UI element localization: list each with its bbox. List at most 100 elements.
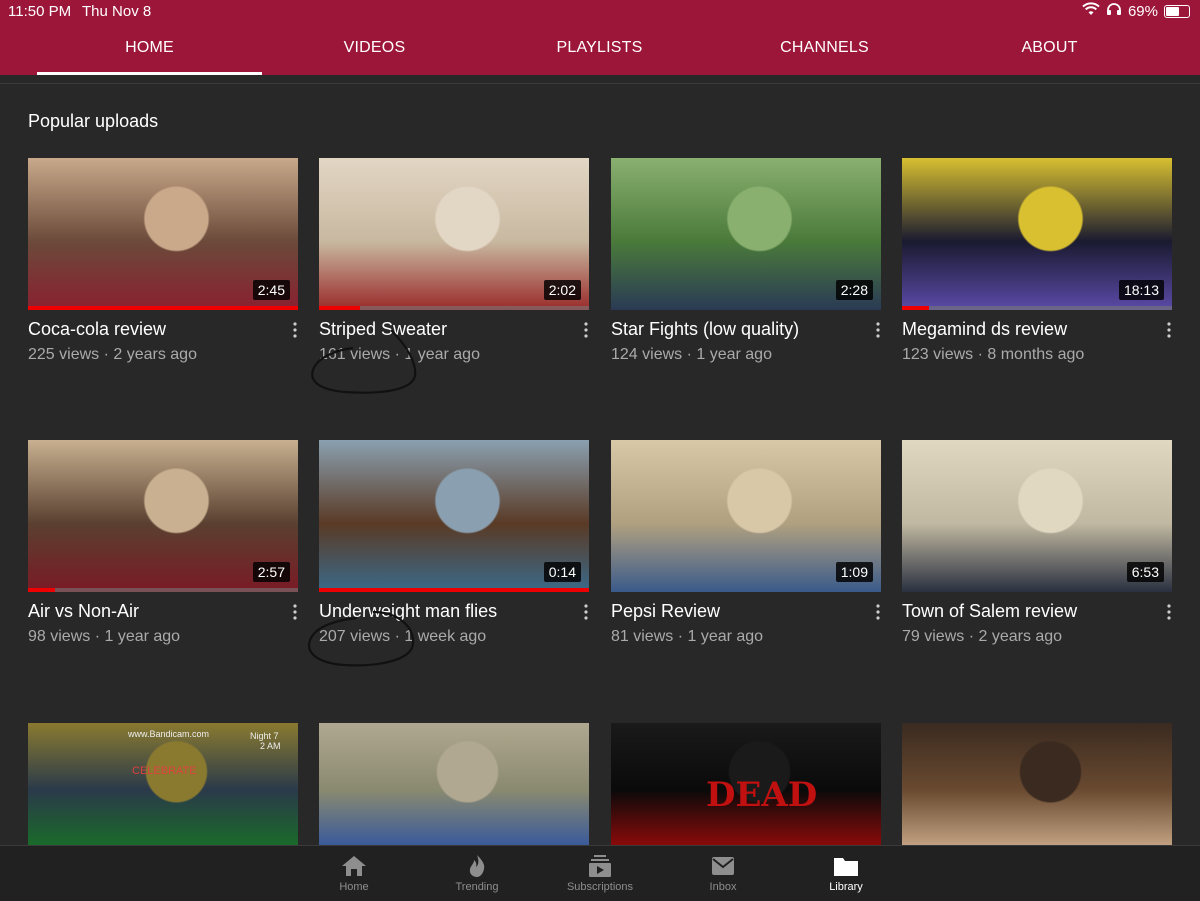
- video-duration: 1:09: [835, 562, 873, 582]
- nav-trending-label: Trending: [455, 881, 499, 893]
- video-card[interactable]: 2:02 Striped Sweater 161 views · 1 year ag…: [319, 158, 589, 364]
- video-thumbnail[interactable]: 2:28: [611, 158, 881, 310]
- status-date: Thu Nov 8: [82, 3, 152, 20]
- video-card[interactable]: 18:13 Megamind ds review 123 views · 8 mon…: [902, 158, 1172, 364]
- tab-home[interactable]: HOME: [37, 22, 262, 75]
- more-options-icon[interactable]: [583, 322, 589, 341]
- watch-progress-track: [28, 588, 298, 592]
- video-meta: 225 views · 2 years ago: [28, 346, 197, 363]
- library-icon: [834, 858, 858, 876]
- video-card[interactable]: 2:57 Air vs Non-Air 98 views · 1 year ago: [28, 440, 298, 646]
- video-title[interactable]: Star Fights (low quality): [611, 319, 881, 340]
- more-options-icon[interactable]: [875, 322, 881, 341]
- video-thumbnail[interactable]: 18:13: [902, 158, 1172, 310]
- nav-library-label: Library: [829, 881, 863, 893]
- video-card[interactable]: [319, 723, 589, 845]
- channel-tabs: HOME VIDEOS PLAYLISTS CHANNELS ABOUT: [0, 22, 1200, 75]
- video-thumbnail[interactable]: [902, 723, 1172, 845]
- video-card[interactable]: 2:28 Star Fights (low quality) 124 views ·…: [611, 158, 881, 364]
- watch-progress-bar: [319, 306, 360, 310]
- battery-icon: [1164, 4, 1190, 18]
- nav-subscriptions-label: Subscriptions: [566, 881, 634, 893]
- more-options-icon[interactable]: [1166, 604, 1172, 623]
- video-duration: 0:14: [543, 562, 581, 582]
- video-title[interactable]: Striped Sweater: [319, 319, 589, 340]
- video-title[interactable]: Megamind ds review: [902, 319, 1172, 340]
- status-time: 11:50 PM: [8, 3, 72, 20]
- battery-percent: 69%: [1127, 2, 1158, 20]
- video-title[interactable]: Air vs Non-Air: [28, 601, 298, 622]
- more-options-icon[interactable]: [1166, 322, 1172, 341]
- more-options-icon[interactable]: [875, 604, 881, 623]
- thumbnail-overlay-text: www.Bandicam.com: [128, 729, 210, 739]
- video-card[interactable]: 0:14 Underweight man flies 207 views · 1 w…: [319, 440, 589, 646]
- inbox-icon: [712, 857, 734, 875]
- nav-home-label: Home: [339, 881, 369, 893]
- tab-about[interactable]: ABOUT: [937, 22, 1162, 75]
- video-title[interactable]: Pepsi Review: [611, 601, 881, 622]
- video-thumbnail[interactable]: 6:53: [902, 440, 1172, 592]
- video-meta: 124 views · 1 year ago: [611, 346, 772, 363]
- watch-progress-bar: [902, 306, 929, 310]
- video-thumbnail[interactable]: www.Bandicam.com Night 72 AM CELEBRATE: [28, 723, 298, 845]
- status-bar: 11:50 PM Thu Nov 8 69%: [0, 0, 1200, 22]
- tab-channels[interactable]: CHANNELS: [712, 22, 937, 75]
- watch-progress-bar: [28, 306, 298, 310]
- video-thumbnail[interactable]: 2:02: [319, 158, 589, 310]
- thumbnail-overlay-text: DEAD: [706, 775, 818, 815]
- video-card[interactable]: 6:53 Town of Salem review 79 views · 2 yea…: [902, 440, 1172, 646]
- video-thumbnail[interactable]: 2:45: [28, 158, 298, 310]
- watch-progress-track: [319, 306, 589, 310]
- bottom-nav: Home Trending Subscriptions Inbox Librar…: [0, 845, 1200, 901]
- video-duration: 2:02: [543, 280, 581, 300]
- video-title[interactable]: Underweight man flies: [319, 601, 589, 622]
- video-duration: 2:57: [252, 562, 290, 582]
- video-title[interactable]: Coca-cola review: [28, 319, 298, 340]
- nav-inbox[interactable]: Inbox: [662, 846, 785, 901]
- video-meta: 123 views · 8 months ago: [902, 346, 1085, 363]
- more-options-icon[interactable]: [292, 604, 298, 623]
- nav-home[interactable]: Home: [293, 846, 416, 901]
- thumbnail-overlay-text: CELEBRATE: [132, 765, 197, 777]
- video-meta: 207 views · 1 week ago: [319, 628, 487, 645]
- video-thumbnail[interactable]: DEAD: [611, 723, 881, 845]
- video-duration: 18:13: [1118, 280, 1164, 300]
- video-meta: 161 views · 1 year ago: [319, 346, 480, 363]
- home-icon: [342, 856, 366, 876]
- video-meta: 79 views · 2 years ago: [902, 628, 1063, 645]
- video-card[interactable]: 1:09 Pepsi Review 81 views · 1 year ago: [611, 440, 881, 646]
- video-card[interactable]: [902, 723, 1172, 845]
- video-thumbnail[interactable]: 2:57: [28, 440, 298, 592]
- section-title: Popular uploads: [28, 111, 159, 131]
- thumbnail-overlay-text: 2 AM: [260, 741, 281, 751]
- video-card[interactable]: 2:45 Coca-cola review 225 views · 2 years …: [28, 158, 298, 364]
- video-card[interactable]: DEAD: [611, 723, 881, 845]
- video-meta: 81 views · 1 year ago: [611, 628, 764, 645]
- video-duration: 6:53: [1126, 562, 1164, 582]
- video-card[interactable]: www.Bandicam.com Night 72 AM CELEBRATE: [28, 723, 298, 845]
- video-thumbnail[interactable]: [319, 723, 589, 845]
- tab-videos[interactable]: VIDEOS: [262, 22, 487, 75]
- video-title[interactable]: Town of Salem review: [902, 601, 1172, 622]
- video-duration: 2:28: [835, 280, 873, 300]
- watch-progress-track: [902, 306, 1172, 310]
- tab-playlists[interactable]: PLAYLISTS: [487, 22, 712, 75]
- thumbnail-overlay-text: Night 7: [250, 731, 279, 741]
- header-divider: [0, 83, 1200, 84]
- more-options-icon[interactable]: [583, 604, 589, 623]
- nav-library[interactable]: Library: [785, 846, 908, 901]
- video-meta: 98 views · 1 year ago: [28, 628, 181, 645]
- wifi-icon: [1082, 2, 1100, 20]
- video-thumbnail[interactable]: 1:09: [611, 440, 881, 592]
- nav-subscriptions[interactable]: Subscriptions: [539, 846, 662, 901]
- watch-progress-bar: [28, 588, 55, 592]
- headphones-icon: [1106, 2, 1122, 20]
- subscriptions-icon: [589, 855, 611, 877]
- watch-progress-bar: [319, 588, 589, 592]
- more-options-icon[interactable]: [292, 322, 298, 341]
- video-thumbnail[interactable]: 0:14: [319, 440, 589, 592]
- trending-icon: [469, 855, 485, 877]
- nav-inbox-label: Inbox: [709, 881, 737, 893]
- nav-trending[interactable]: Trending: [416, 846, 539, 901]
- status-right: 69%: [1082, 2, 1190, 20]
